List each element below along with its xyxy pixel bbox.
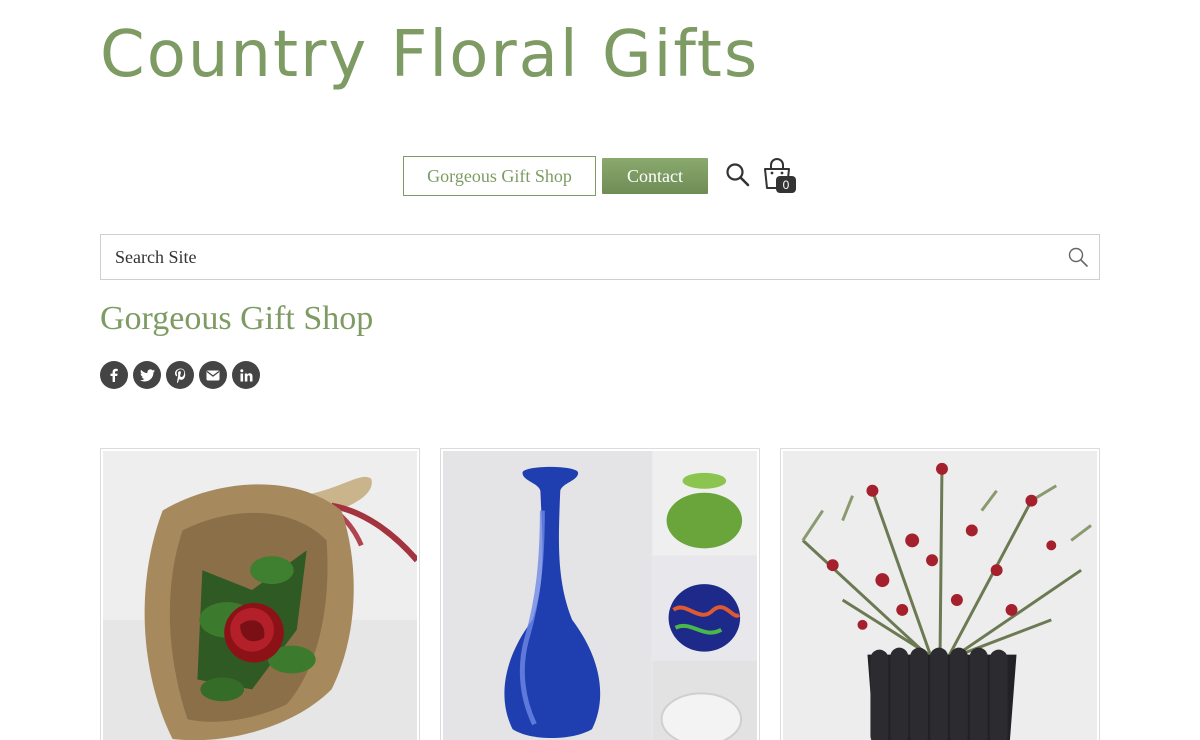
main-navigation: Gorgeous Gift Shop Contact 0 (403, 156, 796, 196)
product-grid (100, 448, 1100, 740)
email-icon[interactable] (199, 361, 227, 389)
product-image (443, 451, 757, 740)
search-input[interactable] (101, 235, 1067, 279)
cart-count-badge: 0 (776, 176, 796, 193)
nav-item-contact[interactable]: Contact (602, 158, 708, 194)
product-image (783, 451, 1097, 740)
linkedin-icon[interactable] (232, 361, 260, 389)
product-card-rose-bouquet[interactable] (100, 448, 420, 740)
page-title: Gorgeous Gift Shop (100, 300, 374, 337)
site-title[interactable]: Country Floral Gifts (100, 18, 759, 92)
search-submit-icon[interactable] (1067, 246, 1089, 268)
product-image (103, 451, 417, 740)
social-share-bar (100, 361, 260, 389)
twitter-icon[interactable] (133, 361, 161, 389)
product-card-floral-arrangement[interactable] (780, 448, 1100, 740)
search-icon[interactable] (725, 162, 751, 188)
product-card-glass-vases[interactable] (440, 448, 760, 740)
pinterest-icon[interactable] (166, 361, 194, 389)
nav-item-gorgeous-gift-shop[interactable]: Gorgeous Gift Shop (403, 156, 596, 196)
shopping-cart-button[interactable]: 0 (762, 158, 798, 194)
facebook-icon[interactable] (100, 361, 128, 389)
site-search (100, 234, 1100, 280)
